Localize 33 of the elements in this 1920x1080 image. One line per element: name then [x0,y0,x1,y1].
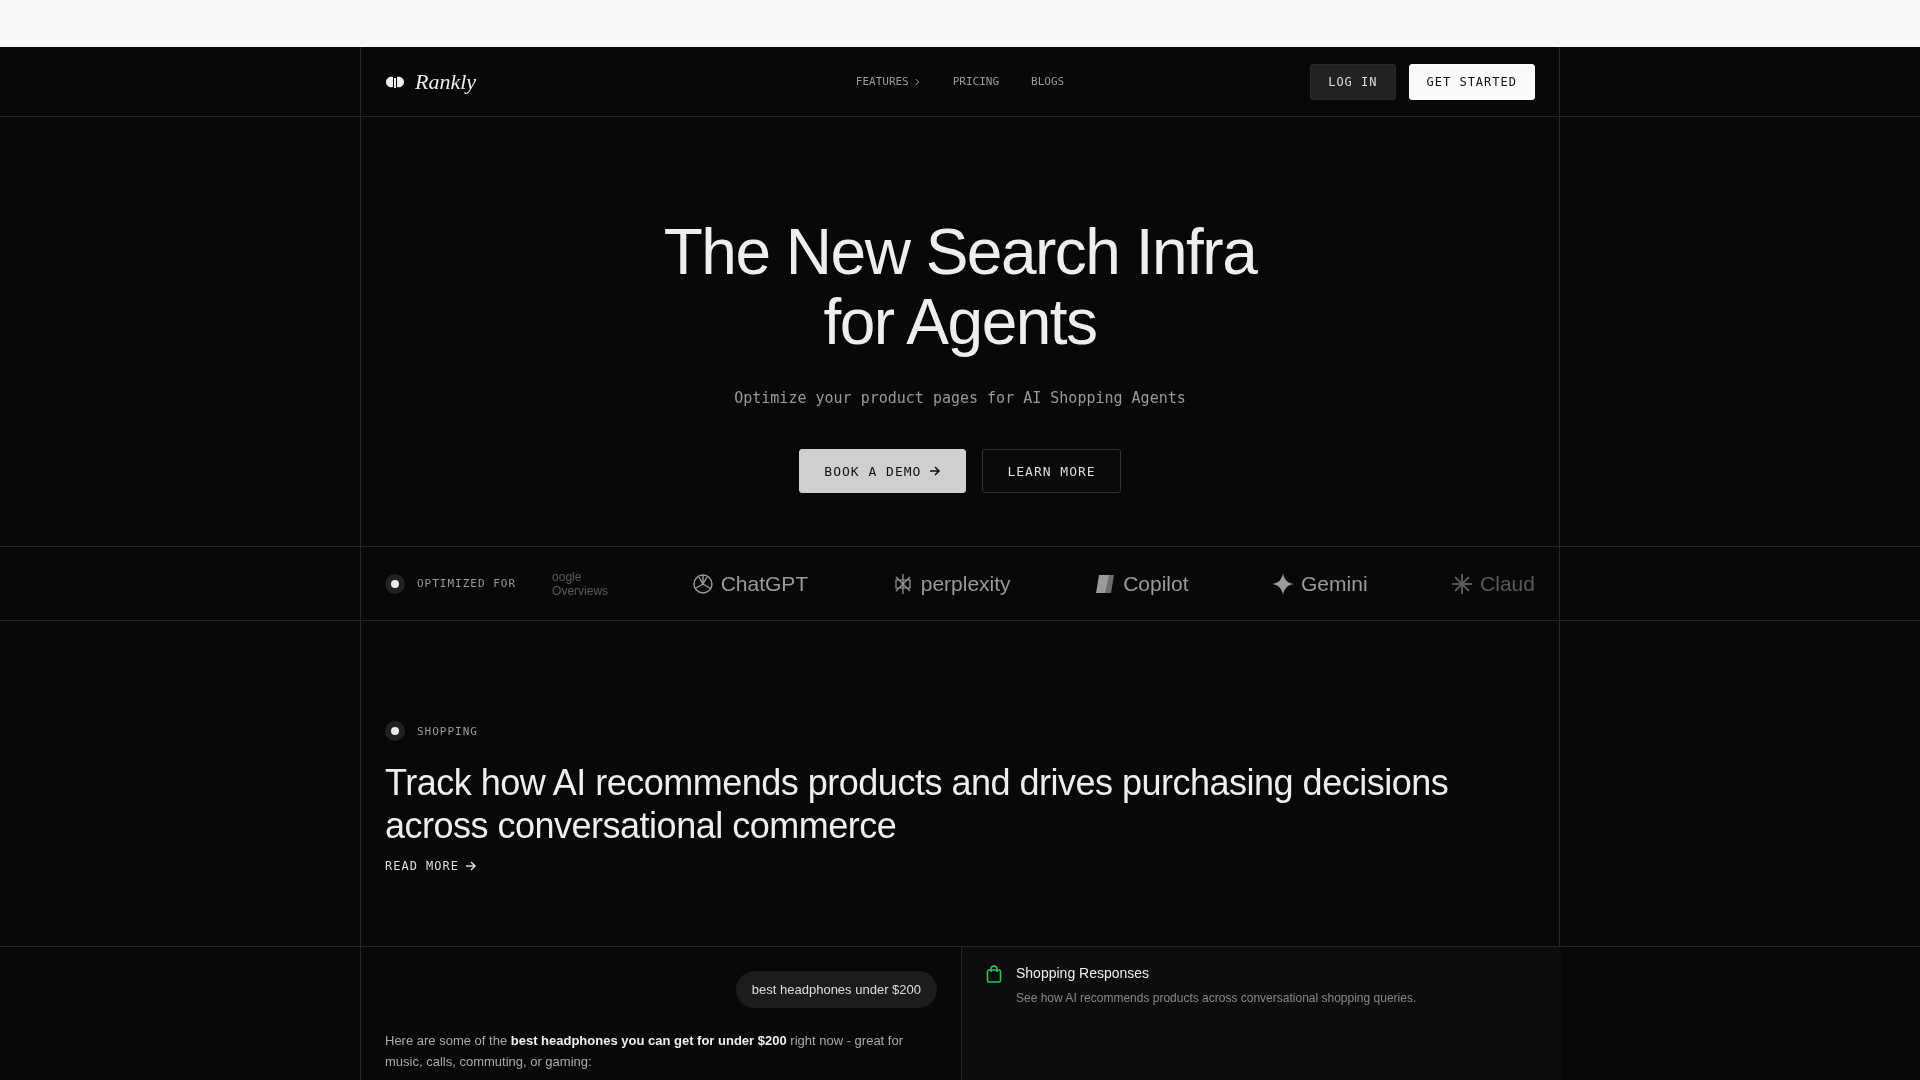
nav-link[interactable]: BLOGS [1031,75,1065,88]
logo-wordmark: oogle Overviews [552,569,609,598]
chevron-right-icon [912,77,921,86]
brand-logo[interactable]: Rankly [385,68,477,95]
logo-wordmark: ChatGPT [720,571,809,596]
logo-wordmark: perplexity [920,571,1011,596]
hero-title: The New Search Infra for Agents [663,217,1257,357]
hero-subtitle: Optimize your product pages for AI Shopping Agents [734,389,1186,407]
burst-icon [1450,571,1475,596]
book-demo-button[interactable]: BOOK A DEMO [799,449,967,493]
logo-wordmark: Copilot [1123,571,1189,596]
nav-link[interactable]: FEATURES [855,75,921,88]
learn-more-button[interactable]: LEARN MORE [982,449,1121,493]
feature-title: Shopping Responses [1016,965,1151,981]
dot-icon [385,573,405,594]
dot-icon [385,721,405,741]
read-more-link[interactable]: READ MORE [385,859,478,873]
arrow-right-icon [465,860,478,872]
user-query-bubble: best headphones under $200 [735,971,937,1008]
arrow-right-icon [929,465,942,477]
answer-text: Here are some of the best headphones you can get for under $200 right now - great for music, calls, commuting, or gaming: [385,1032,904,1071]
nav-link[interactable]: PRICING [952,75,1000,88]
optimized-for-label: OPTIMIZED FOR [417,577,517,590]
feature-description: See how AI recommends products across conversational shopping queries. [1016,991,1417,1005]
logo-wordmark: Gemini [1301,571,1368,596]
logo-mark-icon [385,74,405,89]
section-tag: SHOPPING [417,724,478,738]
brand-name: Rankly [415,68,477,95]
login-button[interactable]: LOG IN [1310,63,1396,100]
section-heading: Track how AI recommends products and drives purchasing decisions across conversational commerce [385,761,1450,847]
logo-wordmark: Claud [1480,571,1535,596]
shopping-bag-icon [986,965,1002,983]
get-started-button[interactable]: GET STARTED [1408,63,1535,100]
